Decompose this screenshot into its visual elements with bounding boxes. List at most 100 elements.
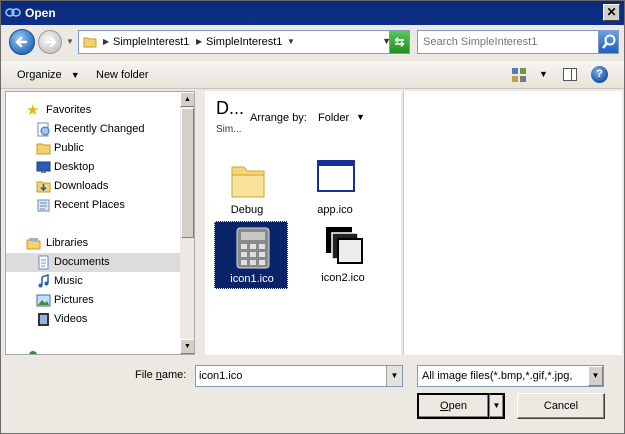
nav-item-documents[interactable]: Documents <box>6 253 180 272</box>
command-toolbar: Organize ▼ New folder ▼ ? <box>1 61 624 89</box>
breadcrumb-separator-icon[interactable]: ▼ <box>287 37 295 46</box>
nav-item-homegroup[interactable] <box>6 345 180 354</box>
chevron-down-icon: ▼ <box>70 70 80 80</box>
scroll-thumb[interactable] <box>181 108 194 238</box>
nav-libraries[interactable]: Libraries <box>6 234 180 253</box>
library-title: D... <box>216 98 245 118</box>
close-button[interactable]: ✕ <box>603 4 620 21</box>
file-type-select[interactable]: All image files(*.bmp,*.gif,*.jpg, ▼ <box>417 365 604 387</box>
nav-item-label: Music <box>54 275 83 287</box>
refresh-button[interactable]: ⇆ <box>389 31 409 53</box>
desktop-icon <box>36 161 51 173</box>
title-bar[interactable]: Open ✕ <box>1 1 624 25</box>
new-folder-button[interactable]: New folder <box>96 69 149 81</box>
open-dialog: Open ✕ ▼ ▶ SimpleInterest1 ▶ SimpleInter… <box>0 0 625 434</box>
address-bar[interactable]: ▶ SimpleInterest1 ▶ SimpleInterest1 ▼ ▼ … <box>78 30 410 54</box>
nav-item-label: Recent Places <box>54 199 125 211</box>
pane-splitter[interactable] <box>196 91 204 355</box>
recent-changes-icon <box>37 122 50 137</box>
documents-icon <box>38 255 49 270</box>
nav-item-label: Desktop <box>54 161 95 173</box>
folder-icon <box>231 166 265 198</box>
recent-places-icon <box>37 199 50 212</box>
breadcrumb-separator-icon[interactable]: ▶ <box>196 37 202 46</box>
address-row: ▼ ▶ SimpleInterest1 ▶ SimpleInterest1 ▼ … <box>1 25 624 61</box>
dialog-title: Open <box>25 6 56 20</box>
back-arrow-icon <box>15 36 28 48</box>
back-button[interactable] <box>9 29 35 55</box>
preview-pane <box>403 91 622 355</box>
nav-item-pictures[interactable]: Pictures <box>6 291 180 310</box>
chevron-down-icon: ▼ <box>492 401 501 410</box>
arrange-by-dropdown[interactable]: Folder <box>318 112 349 124</box>
refresh-icon: ⇆ <box>394 35 405 49</box>
calculator-icon <box>236 227 270 269</box>
chevron-down-icon[interactable]: ▼ <box>588 366 603 386</box>
label-part: File <box>135 369 156 381</box>
folder-icon <box>83 37 97 48</box>
open-button[interactable]: Open <box>417 393 490 419</box>
nav-item-label: Recently Changed <box>54 123 145 135</box>
forward-arrow-icon <box>44 36 57 48</box>
file-item-app-ico[interactable]: app.ico <box>298 153 372 221</box>
breadcrumb-item[interactable]: SimpleInterest1 <box>206 36 282 48</box>
help-icon[interactable]: ? <box>591 66 608 83</box>
file-name-input[interactable] <box>196 366 384 386</box>
view-dropdown-icon[interactable]: ▼ <box>539 69 548 79</box>
label-part: pen <box>448 400 467 412</box>
videos-icon <box>38 313 49 326</box>
nav-item-label: Pictures <box>54 294 94 306</box>
change-view-icon[interactable] <box>511 67 527 83</box>
nav-item-recently-changed[interactable]: Recently Changed <box>6 120 180 139</box>
organize-menu[interactable]: Organize ▼ <box>17 69 80 81</box>
search-input[interactable] <box>418 31 598 53</box>
file-item-debug[interactable]: Debug <box>210 153 284 221</box>
cancel-button[interactable]: Cancel <box>517 393 605 419</box>
nav-item-public[interactable]: Public <box>6 139 180 158</box>
nav-item-downloads[interactable]: Downloads <box>6 177 180 196</box>
history-dropdown-icon[interactable]: ▼ <box>64 35 76 49</box>
breadcrumb-item[interactable]: SimpleInterest1 <box>113 36 189 48</box>
scroll-up-icon[interactable]: ▲ <box>180 92 194 107</box>
label-part: ame: <box>161 369 187 381</box>
open-options-button[interactable]: ▼ <box>489 393 505 419</box>
search-button[interactable] <box>598 31 618 53</box>
nav-item-label: Downloads <box>54 180 109 192</box>
file-list-pane[interactable]: D... Sim... Arrange by: Folder ▼ Debug a… <box>205 91 401 355</box>
music-icon <box>38 274 49 288</box>
search-box[interactable] <box>417 30 619 54</box>
scroll-down-icon[interactable]: ▼ <box>180 339 194 354</box>
forward-button[interactable] <box>38 30 62 54</box>
file-item-icon2-ico[interactable]: icon2.ico <box>306 221 380 289</box>
chevron-down-icon[interactable]: ▼ <box>356 112 365 122</box>
chevron-down-icon[interactable]: ▼ <box>386 366 402 386</box>
file-name: icon2.ico <box>321 272 365 284</box>
nav-group-label: Libraries <box>46 237 89 249</box>
star-icon: ★ <box>26 102 40 119</box>
file-name-combobox[interactable]: ▼ <box>195 365 403 387</box>
breadcrumb-separator-icon[interactable]: ▶ <box>103 37 109 46</box>
nav-scrollbar[interactable]: ▲ ▼ <box>180 92 194 354</box>
file-item-icon1-ico[interactable]: icon1.ico <box>214 221 288 289</box>
arrange-by-label: Arrange by: <box>250 112 307 124</box>
preview-pane-icon[interactable] <box>563 68 577 81</box>
label-accelerator: O <box>440 400 449 412</box>
nav-favorites[interactable]: ★ Favorites <box>6 101 180 120</box>
nav-item-desktop[interactable]: Desktop <box>6 158 180 177</box>
nav-item-videos[interactable]: Videos <box>6 310 180 329</box>
file-type-value: All image files(*.bmp,*.gif,*.jpg, <box>422 370 573 382</box>
file-name: icon1.ico <box>230 273 274 285</box>
pictures-icon <box>36 294 51 307</box>
nav-group-label: Favorites <box>46 104 92 116</box>
nav-item-music[interactable]: Music <box>6 272 180 291</box>
navigation-pane[interactable]: ★ Favorites Recently Changed Public Desk… <box>5 91 195 355</box>
nav-item-recent-places[interactable]: Recent Places <box>6 196 180 215</box>
dialog-icon <box>5 8 21 17</box>
nav-item-label: Public <box>54 142 84 154</box>
downloads-icon <box>36 181 51 193</box>
nav-item-label: Videos <box>54 313 88 325</box>
libraries-icon <box>26 238 41 250</box>
window-icon <box>317 160 355 192</box>
stacked-windows-icon <box>326 227 363 264</box>
organize-label: Organize <box>17 69 62 81</box>
